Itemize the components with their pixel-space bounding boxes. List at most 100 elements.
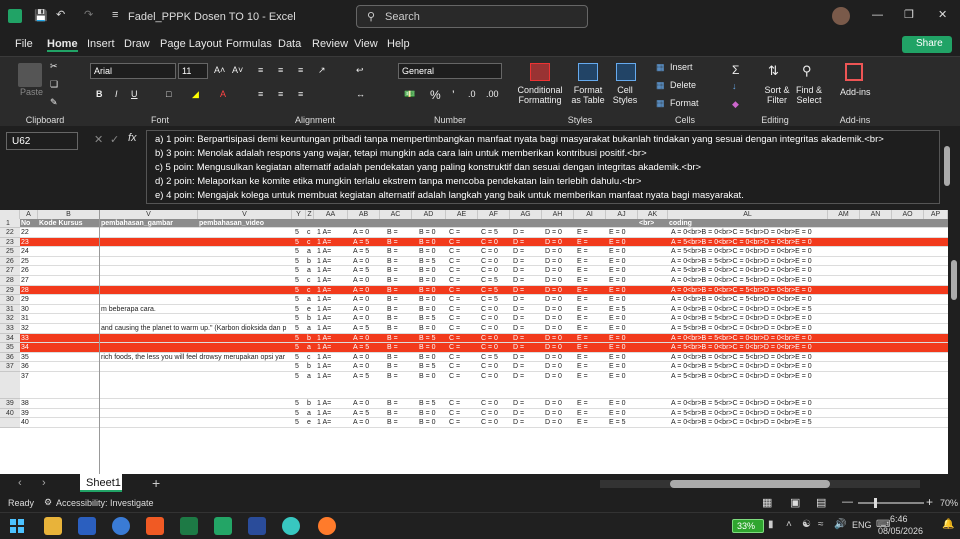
cell-aa[interactable]: 1 A= <box>316 324 348 333</box>
cell-z[interactable]: a <box>306 343 314 352</box>
sort-filter-button[interactable]: Sort & Filter <box>762 85 792 105</box>
table-row[interactable]: 28 5 c 1 A= A = 0B = B = 0C = C = 5D = D = 0E =… <box>20 285 948 296</box>
cell-aa[interactable]: 1 A= <box>316 343 348 352</box>
cell-ah[interactable]: D = 0 <box>544 305 574 314</box>
cell-ae[interactable]: C = <box>448 266 478 275</box>
column-header[interactable]: Z <box>306 210 314 219</box>
cell-aa[interactable]: 1 A= <box>316 372 348 381</box>
cell-ah[interactable]: D = 0 <box>544 343 574 352</box>
cell-aj[interactable]: E = 0 <box>608 238 638 247</box>
zoom-slider-thumb[interactable] <box>874 498 877 508</box>
cell-aj[interactable]: E = 0 <box>608 295 638 304</box>
header-cell-no[interactable]: No <box>20 219 38 228</box>
cell-ah[interactable]: D = 0 <box>544 228 574 237</box>
cell-ag[interactable]: D = <box>512 305 542 314</box>
cell-ac[interactable]: B = <box>386 238 412 247</box>
cell-ae[interactable]: C = <box>448 286 478 295</box>
align-left-icon[interactable]: ≡ <box>258 89 263 99</box>
cell-coding[interactable]: A = 5<br>B = 0<br>C = 0<br>D = 0<br>E = … <box>670 266 828 275</box>
cell-y[interactable]: 5 <box>294 305 306 314</box>
row-number[interactable]: 26 <box>0 256 20 267</box>
cell-ah[interactable]: D = 0 <box>544 238 574 247</box>
cell-y[interactable]: 5 <box>294 343 306 352</box>
cell-ab[interactable]: A = 5 <box>352 372 380 381</box>
cell-ae[interactable]: C = <box>448 247 478 256</box>
enter-icon[interactable]: ✓ <box>110 133 119 146</box>
column-header[interactable]: AC <box>380 210 412 219</box>
cell-ac[interactable]: B = <box>386 228 412 237</box>
cell-ac[interactable]: B = <box>386 343 412 352</box>
cell-ac[interactable]: B = <box>386 353 412 362</box>
align-bottom-icon[interactable]: ≡ <box>298 65 303 75</box>
cell-y[interactable]: 5 <box>294 409 306 418</box>
cell-ab[interactable]: A = 0 <box>352 286 380 295</box>
row-number[interactable] <box>0 418 20 428</box>
menu-review[interactable]: Review <box>312 38 348 50</box>
column-header[interactable]: AL <box>668 210 828 219</box>
brave-icon[interactable] <box>146 517 164 535</box>
cell-af[interactable]: C = 0 <box>480 334 510 343</box>
column-header[interactable]: AA <box>314 210 348 219</box>
cell-aj[interactable]: E = 0 <box>608 324 638 333</box>
paste-icon[interactable] <box>18 63 42 87</box>
cell-af[interactable]: C = 5 <box>480 228 510 237</box>
status-accessibility[interactable]: Accessibility: Investigate <box>56 498 154 508</box>
cell-aa[interactable]: 1 A= <box>316 276 348 285</box>
cell-ah[interactable]: D = 0 <box>544 295 574 304</box>
normal-view-icon[interactable]: ▦ <box>762 496 772 509</box>
table-row[interactable]: 26 5 a 1 A= A = 5B = B = 0C = C = 0D = D = 0E =… <box>20 266 948 276</box>
cell-aj[interactable]: E = 0 <box>608 399 638 408</box>
table-row[interactable]: 27 5 c 1 A= A = 0B = B = 0C = C = 5D = D = 0E =… <box>20 276 948 286</box>
cell-ai[interactable]: E = <box>576 238 606 247</box>
cell-aj[interactable]: E = 0 <box>608 362 638 371</box>
row-number[interactable]: 32 <box>0 314 20 324</box>
cell-no[interactable]: 33 <box>20 334 38 343</box>
column-header[interactable]: AN <box>860 210 892 219</box>
cell-ab[interactable]: A = 5 <box>352 266 380 275</box>
horizontal-scrollbar[interactable] <box>600 480 920 488</box>
cell-ag[interactable]: D = <box>512 399 542 408</box>
cell-aj[interactable]: E = 5 <box>608 305 638 314</box>
cell-ae[interactable]: C = <box>448 228 478 237</box>
cell-ag[interactable]: D = <box>512 418 542 427</box>
cell-aa[interactable]: 1 A= <box>316 399 348 408</box>
cell-y[interactable]: 5 <box>294 228 306 237</box>
table-row[interactable]: 33 5 b 1 A= A = 0B = B = 5C = C = 0D = D = 0E =… <box>20 333 948 344</box>
cell-ad[interactable]: B = 0 <box>418 409 446 418</box>
table-row[interactable]: 29 5 a 1 A= A = 0B = B = 0C = C = 5D = D = 0E =… <box>20 295 948 305</box>
clock-date[interactable]: 08/05/2026 <box>878 526 923 536</box>
cell-af[interactable]: C = 0 <box>480 399 510 408</box>
prev-sheet-icon[interactable]: ‹ <box>18 477 22 489</box>
excel-taskbar-icon[interactable] <box>180 517 198 535</box>
cell-y[interactable]: 5 <box>294 266 306 275</box>
align-center-icon[interactable]: ≡ <box>278 89 283 99</box>
cell-ag[interactable]: D = <box>512 276 542 285</box>
zoom-out-icon[interactable]: — <box>842 496 853 508</box>
align-middle-icon[interactable]: ≡ <box>278 65 283 75</box>
cell-ai[interactable]: E = <box>576 324 606 333</box>
cell-ac[interactable]: B = <box>386 276 412 285</box>
cell-no[interactable]: 29 <box>20 295 38 304</box>
format-table-icon[interactable] <box>578 63 598 81</box>
cell-ag[interactable]: D = <box>512 238 542 247</box>
number-format-select[interactable]: General <box>398 63 502 79</box>
insert-cells-button[interactable]: Insert <box>670 62 693 72</box>
format-cells-button[interactable]: Format <box>670 98 699 108</box>
cell-y[interactable]: 5 <box>294 295 306 304</box>
borders-icon[interactable]: □ <box>166 89 171 99</box>
addins-button[interactable]: Add-ins <box>840 87 871 97</box>
cell-ah[interactable]: D = 0 <box>544 362 574 371</box>
cell-af[interactable]: C = 0 <box>480 418 510 427</box>
cell-no[interactable]: 27 <box>20 276 38 285</box>
cell-ae[interactable]: C = <box>448 295 478 304</box>
cell-aj[interactable]: E = 0 <box>608 372 638 381</box>
cell-af[interactable]: C = 0 <box>480 409 510 418</box>
cell-aj[interactable]: E = 0 <box>608 334 638 343</box>
column-header[interactable]: AB <box>348 210 380 219</box>
cell-ag[interactable]: D = <box>512 314 542 323</box>
cell-ae[interactable]: C = <box>448 372 478 381</box>
edge-icon[interactable] <box>112 517 130 535</box>
cell-ae[interactable]: C = <box>448 305 478 314</box>
cell-ag[interactable]: D = <box>512 247 542 256</box>
percent-icon[interactable]: % <box>430 88 441 102</box>
